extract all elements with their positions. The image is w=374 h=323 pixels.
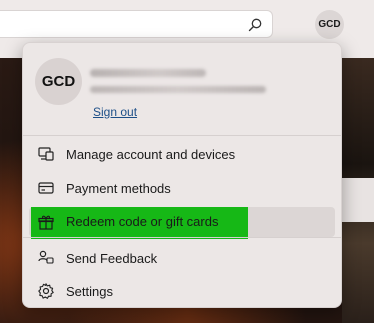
account-avatar-button[interactable]: GCD <box>315 10 344 39</box>
search-icon[interactable] <box>247 17 263 33</box>
avatar: GCD <box>35 58 82 105</box>
account-flyout-menu: GCD Sign out Manage account and devices … <box>22 42 342 308</box>
divider <box>23 135 341 136</box>
account-name-redacted <box>90 69 206 77</box>
menu-item-manage-account[interactable]: Manage account and devices <box>29 139 335 169</box>
top-bar: GCD <box>0 0 374 48</box>
devices-icon <box>37 145 55 163</box>
menu-item-label: Settings <box>66 283 113 299</box>
menu-item-payment-methods[interactable]: Payment methods <box>29 173 335 203</box>
sign-out-link[interactable]: Sign out <box>93 105 137 119</box>
credit-card-icon <box>37 179 55 197</box>
menu-item-label: Payment methods <box>66 180 171 196</box>
gear-icon <box>37 282 55 300</box>
menu-item-send-feedback[interactable]: Send Feedback <box>29 243 335 273</box>
gift-icon <box>38 215 54 230</box>
feedback-icon <box>37 249 55 267</box>
menu-item-settings[interactable]: Settings <box>29 276 335 306</box>
menu-item-label: Send Feedback <box>66 250 158 266</box>
background-side-panel <box>342 178 374 222</box>
menu-item-label: Redeem code or gift cards <box>66 214 219 229</box>
divider <box>23 237 341 238</box>
search-input[interactable] <box>0 10 273 38</box>
account-email-redacted <box>90 86 266 93</box>
menu-item-label: Manage account and devices <box>66 146 236 162</box>
